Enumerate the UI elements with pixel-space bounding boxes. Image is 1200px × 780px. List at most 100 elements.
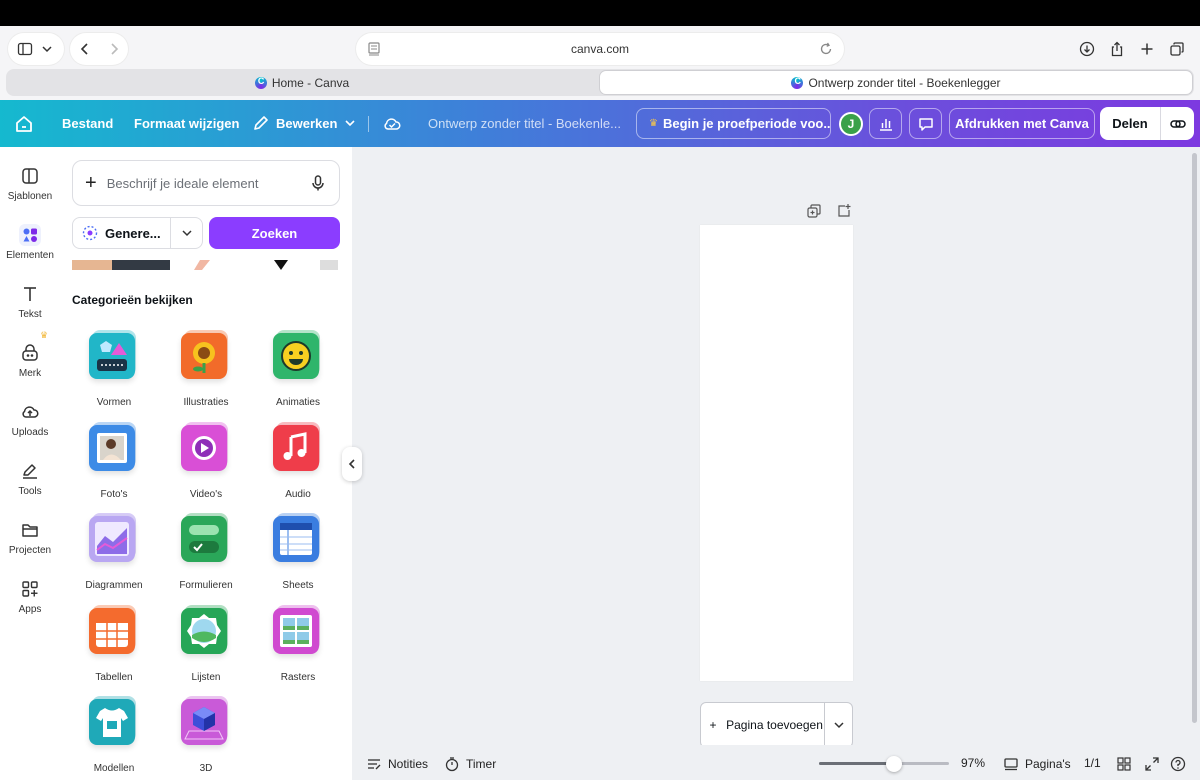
- share-icon[interactable]: [1109, 41, 1125, 57]
- templates-icon: [22, 168, 38, 184]
- fullscreen-icon: [1145, 757, 1159, 771]
- rail-label: Tools: [18, 486, 42, 497]
- plus-icon[interactable]: +: [85, 173, 97, 193]
- category-mockups[interactable]: Modellen: [72, 696, 156, 774]
- category-sheets[interactable]: Sheets: [256, 513, 340, 591]
- trial-button[interactable]: ♛ Begin je proefperiode voo...: [636, 108, 831, 139]
- category-label: Tabellen: [95, 672, 133, 683]
- notes-button[interactable]: Notities: [366, 756, 428, 772]
- sheet-icon: [273, 513, 323, 566]
- category-frames[interactable]: Lijsten: [164, 605, 248, 683]
- notes-icon: [368, 759, 381, 770]
- folder-icon: [22, 524, 38, 537]
- reader-icon[interactable]: [366, 41, 382, 57]
- category-forms[interactable]: Formulieren: [164, 513, 248, 591]
- cube-3d-icon: [181, 696, 231, 749]
- tabs-overview-icon[interactable]: [1169, 41, 1185, 57]
- side-rail: Sjablonen Elementen Tekst ♛ Merk Uploads…: [0, 147, 60, 780]
- rail-item-uploads[interactable]: Uploads: [0, 401, 60, 438]
- home-button[interactable]: [12, 112, 36, 136]
- plus-icon: +: [709, 718, 717, 732]
- vertical-scrollbar[interactable]: [1192, 153, 1197, 723]
- category-photos[interactable]: Foto's: [72, 422, 156, 500]
- tab-label: Home - Canva: [271, 75, 350, 90]
- zoom-slider[interactable]: [819, 756, 949, 772]
- rail-item-templates[interactable]: Sjablonen: [0, 165, 60, 202]
- tab-home[interactable]: Home - Canva: [6, 69, 598, 96]
- reload-icon[interactable]: [818, 41, 834, 57]
- edit-menu-button[interactable]: Bewerken: [252, 114, 357, 132]
- pencil-icon: [254, 116, 268, 130]
- category-videos[interactable]: Video's: [164, 422, 248, 500]
- rail-item-elements[interactable]: Elementen: [0, 224, 60, 261]
- zoom-slider-handle[interactable]: [886, 756, 902, 772]
- comments-button[interactable]: [909, 108, 942, 139]
- category-grids[interactable]: Rasters: [256, 605, 340, 683]
- duplicate-page-icon[interactable]: [806, 203, 822, 219]
- smiley-icon: [273, 330, 323, 383]
- category-audio[interactable]: Audio: [256, 422, 340, 500]
- generate-button[interactable]: Genere...: [73, 224, 170, 242]
- file-menu-button[interactable]: Bestand: [62, 116, 113, 131]
- rail-label: Merk: [18, 368, 42, 379]
- design-title[interactable]: Ontwerp zonder titel - Boekenle...: [428, 116, 621, 131]
- design-page[interactable]: [700, 225, 853, 681]
- zoom-value[interactable]: 97%: [961, 756, 985, 770]
- timer-icon: [445, 757, 459, 772]
- print-button[interactable]: Afdrukken met Canva: [949, 108, 1095, 139]
- microphone-icon[interactable]: [309, 174, 327, 192]
- brand-icon: [22, 344, 38, 361]
- search-button[interactable]: Zoeken: [209, 217, 340, 249]
- grid-view-button[interactable]: [1116, 756, 1132, 772]
- rail-label: Uploads: [11, 427, 49, 438]
- generate-options-button[interactable]: [170, 218, 202, 248]
- recent-elements-strip[interactable]: [72, 260, 340, 270]
- category-tables[interactable]: Tabellen: [72, 605, 156, 683]
- rail-item-tools[interactable]: Tools: [0, 460, 60, 497]
- element-search-field[interactable]: + Beschrijf je ideale element: [72, 160, 340, 206]
- rail-item-text[interactable]: Tekst: [0, 283, 60, 320]
- tab-design[interactable]: Ontwerp zonder titel - Boekenlegger: [599, 70, 1193, 95]
- category-label: 3D: [199, 763, 213, 774]
- download-icon[interactable]: [1079, 41, 1095, 57]
- resize-button[interactable]: Formaat wijzigen: [134, 116, 239, 131]
- category-illustrations[interactable]: Illustraties: [164, 330, 248, 408]
- chevron-left-icon: [348, 459, 355, 469]
- insights-button[interactable]: [869, 108, 902, 139]
- add-page-options-button[interactable]: [824, 703, 852, 747]
- bottom-bar: Notities Timer 97% Pagina's 1/1: [352, 745, 1200, 780]
- category-3d[interactable]: 3D: [164, 696, 248, 774]
- help-button[interactable]: [1170, 756, 1186, 772]
- category-animations[interactable]: Animaties: [256, 330, 340, 408]
- category-shapes[interactable]: Vormen: [72, 330, 156, 408]
- generate-dropdown[interactable]: Genere...: [72, 217, 203, 249]
- category-charts[interactable]: Diagrammen: [72, 513, 156, 591]
- address-bar[interactable]: canva.com: [356, 33, 844, 65]
- forward-icon[interactable]: [106, 41, 122, 57]
- rail-item-apps[interactable]: Apps: [0, 578, 60, 615]
- timer-button[interactable]: Timer: [444, 756, 496, 772]
- back-icon[interactable]: [77, 41, 93, 57]
- sidebar-toggle-button[interactable]: [8, 33, 64, 65]
- editor-header: Bestand Formaat wijzigen Bewerken Ontwer…: [0, 100, 1200, 147]
- copy-link-button[interactable]: [1160, 107, 1194, 140]
- timer-label: Timer: [466, 757, 497, 771]
- rail-item-projects[interactable]: Projecten: [0, 519, 60, 556]
- rail-label: Apps: [18, 604, 42, 615]
- generate-label: Genere...: [105, 225, 161, 241]
- shapes-icon: [89, 330, 139, 383]
- rail-item-brand[interactable]: ♛ Merk: [0, 330, 60, 379]
- fullscreen-button[interactable]: [1144, 756, 1160, 772]
- collapse-panel-button[interactable]: [342, 447, 362, 481]
- add-page-button[interactable]: + Pagina toevoegen: [700, 702, 853, 748]
- add-page-icon[interactable]: [836, 203, 852, 219]
- pages-button[interactable]: Pagina's: [1003, 756, 1071, 772]
- categories-heading: Categorieën bekijken: [72, 293, 193, 307]
- avatar[interactable]: J: [839, 112, 863, 136]
- rail-label: Elementen: [6, 250, 54, 261]
- new-tab-icon[interactable]: [1139, 41, 1155, 57]
- share-button[interactable]: Delen: [1100, 107, 1194, 140]
- cloud-sync-icon[interactable]: [382, 114, 402, 139]
- page-count: 1/1: [1084, 756, 1101, 770]
- tab-bar: Home - Canva Ontwerp zonder titel - Boek…: [6, 69, 1194, 96]
